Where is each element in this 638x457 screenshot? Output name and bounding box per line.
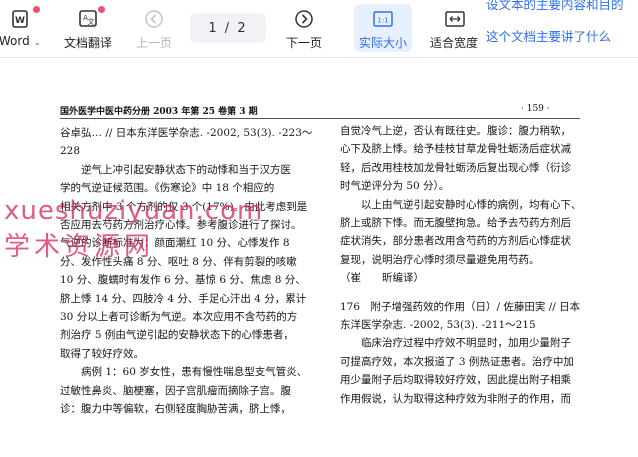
- toolbar: W Word ⌄ A文 文档翻译 上一页 1 / 2 下一页 1:1 实际大小: [0, 0, 638, 58]
- text-line: 自觉冷气上逆，否认有既往史。腹诊：腹力稍软，: [340, 125, 571, 137]
- svg-text:文: 文: [88, 17, 95, 26]
- text-line: 病例 1：60 岁女性，患有慢性喘息型支气管炎、: [60, 366, 308, 379]
- next-page-button[interactable]: 下一页: [280, 4, 328, 52]
- text-line: 可提高疗效，本次报道了 3 例热证患者。治疗中加: [340, 355, 574, 368]
- text-line: 228: [60, 145, 81, 158]
- text-line: 176 附子增强药效的作用（日）/ 佐藤田実 // 日本: [340, 300, 581, 313]
- chevron-down-icon: ⌄: [33, 38, 42, 48]
- actual-size-icon-text: 1:1: [377, 17, 388, 25]
- page-indicator[interactable]: 1 / 2: [190, 13, 266, 43]
- text-line: 过敏性鼻炎、脑梗塞，因子宫肌瘤而摘除子宫。腹: [60, 384, 291, 397]
- text-line: 30 分以上者可诊断为气逆。本次应用不含芍药的方: [60, 311, 298, 324]
- text-line: 时气逆评分为 50 分）。: [340, 180, 450, 193]
- text-line: 心下及脐上悸。给予桂枝甘草龙骨牡蛎汤后症状减: [340, 143, 571, 156]
- text-line: 东洋医学杂志. -2002, 53(3). -211～215: [340, 319, 536, 332]
- watermark-url: xueshuziyuan.com: [4, 196, 264, 226]
- arrow-right-circle-icon: [293, 8, 315, 30]
- page-number: · 159 ·: [521, 104, 550, 114]
- text-line: 作用假说，认为取得这种疗效为非附子的作用，而: [340, 392, 571, 405]
- fit-width-label: 适合宽度: [430, 36, 479, 50]
- word-notify-dot: [33, 6, 40, 13]
- translate-label: 文档翻译: [63, 36, 112, 50]
- actual-size-icon: 1:1: [372, 8, 394, 30]
- text-line: 脐上或脐下悸。而无腹壁拘急。给予去芍药方剂后: [340, 217, 571, 230]
- text-line: 诊：腹力中等偏软，右侧轻度胸胁苦满，脐上悸，: [60, 403, 291, 416]
- text-line: 复现，说明治疗心悸时须尽量避免用芍药。: [340, 253, 540, 266]
- watermark-cn: 学术资源网: [4, 232, 155, 262]
- text-line: 剂治疗 5 例由气逆引起的安静状态下的心悸患者，: [60, 329, 294, 342]
- header-rule: [60, 118, 580, 119]
- svg-text:W: W: [15, 16, 25, 26]
- page-running-header: 国外医学中医中药分册 2003 年第 25 卷第 3 期: [60, 107, 258, 117]
- prev-page-label: 上一页: [135, 36, 172, 50]
- text-line: [340, 288, 585, 298]
- text-line: 轻，后改用桂枝加龙骨牡蛎汤后复出现心悸（衍诊: [340, 161, 571, 174]
- text-line: 脐上悸 14 分、四肢冷 4 分、手足心汗出 4 分，累计: [60, 292, 307, 305]
- text-line: 取得了较好疗效。: [60, 347, 144, 360]
- text-line: 临床治疗过程中疗效不明显时，加用少量附子: [340, 337, 571, 350]
- ai-suggestion-main-topic[interactable]: 这个文档主要讲了什么: [486, 26, 611, 45]
- word-label: Word: [0, 34, 30, 48]
- translate-notify-dot: [98, 6, 105, 13]
- actual-size-label: 实际大小: [358, 36, 407, 50]
- translate-document-button[interactable]: A文 文档翻译: [60, 4, 116, 52]
- ai-suggestion-summary[interactable]: 设文本的主要内容和目的: [486, 0, 624, 13]
- next-page-label: 下一页: [285, 36, 322, 50]
- text-line: 症状消失，部分患者改用含芍药的方剂后心悸症状: [340, 235, 571, 248]
- fit-width-button[interactable]: 适合宽度: [428, 4, 482, 52]
- right-column: 自觉冷气上逆，否认有既往史。腹诊：腹力稍软， 心下及脐上悸。给予桂枝甘草龙骨牡蛎汤…: [340, 122, 585, 408]
- word-doc-icon: W: [9, 8, 31, 30]
- arrow-left-circle-icon: [143, 8, 165, 30]
- text-line: 学的气逆证候范围。《伤寒论》中 18 个相应的: [60, 182, 275, 195]
- text-line: 用少量附子后均取得较好疗效，因此提出附子相乘: [340, 374, 571, 387]
- actual-size-button[interactable]: 1:1 实际大小: [354, 4, 412, 52]
- fit-width-icon: [444, 8, 466, 30]
- left-column: 谷卓弘… // 日本东洋医学杂志. -2002, 53(3). -223～ 228…: [60, 124, 318, 419]
- text-line: 逆气上冲引起安静状态下的动悸和当于汉方医: [60, 163, 291, 176]
- text-line: 以上由气逆引起安静时心悸的病例，均有心下、: [340, 198, 582, 211]
- text-line: （崔 昕编译）: [340, 272, 424, 285]
- text-line: 10 分、腹蠕时有发作 6 分、基惊 6 分、焦虑 8 分、: [60, 274, 306, 287]
- text-line: 谷卓弘… // 日本东洋医学杂志. -2002, 53(3). -223～: [60, 127, 313, 139]
- prev-page-button[interactable]: 上一页: [130, 4, 178, 52]
- translate-icon: A文: [77, 8, 99, 30]
